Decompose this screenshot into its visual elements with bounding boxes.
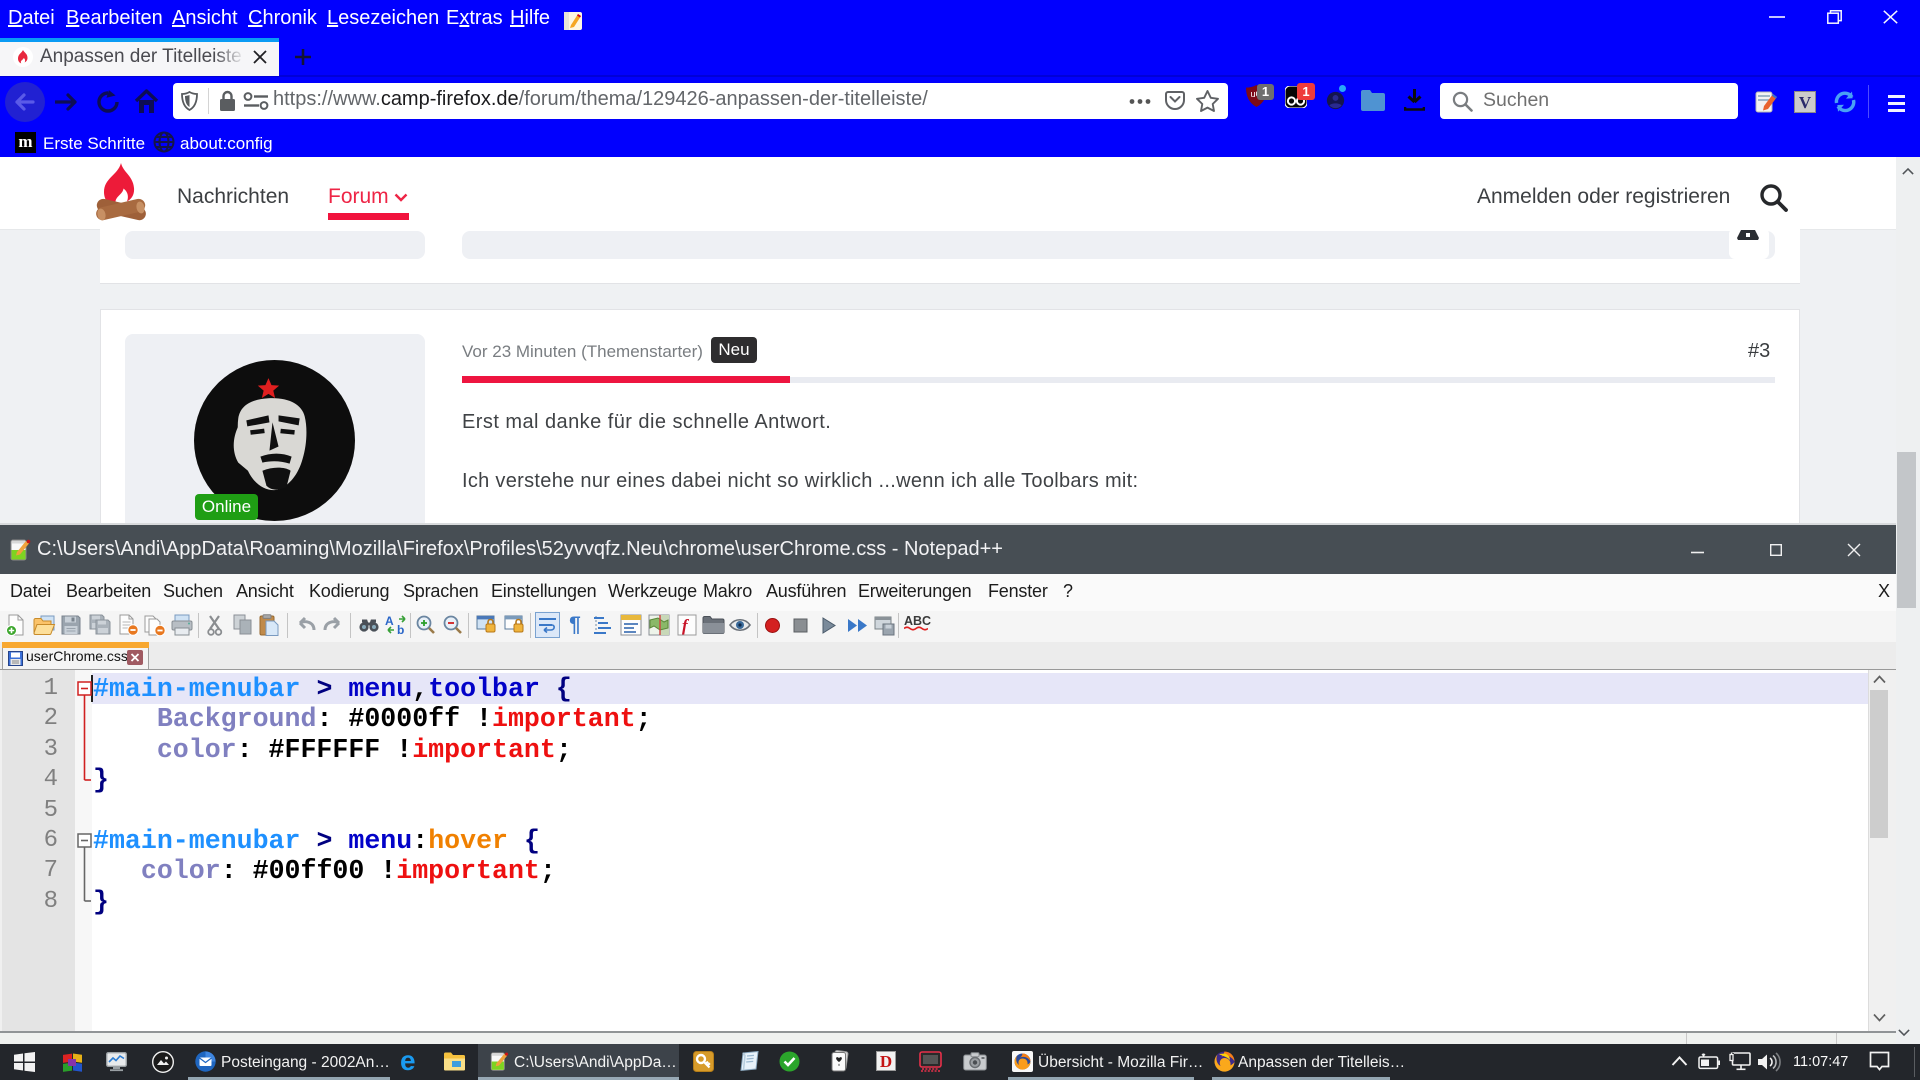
svg-text:A: A: [385, 614, 394, 628]
svg-text:V: V: [1799, 93, 1812, 112]
svg-text:b: b: [397, 623, 404, 636]
